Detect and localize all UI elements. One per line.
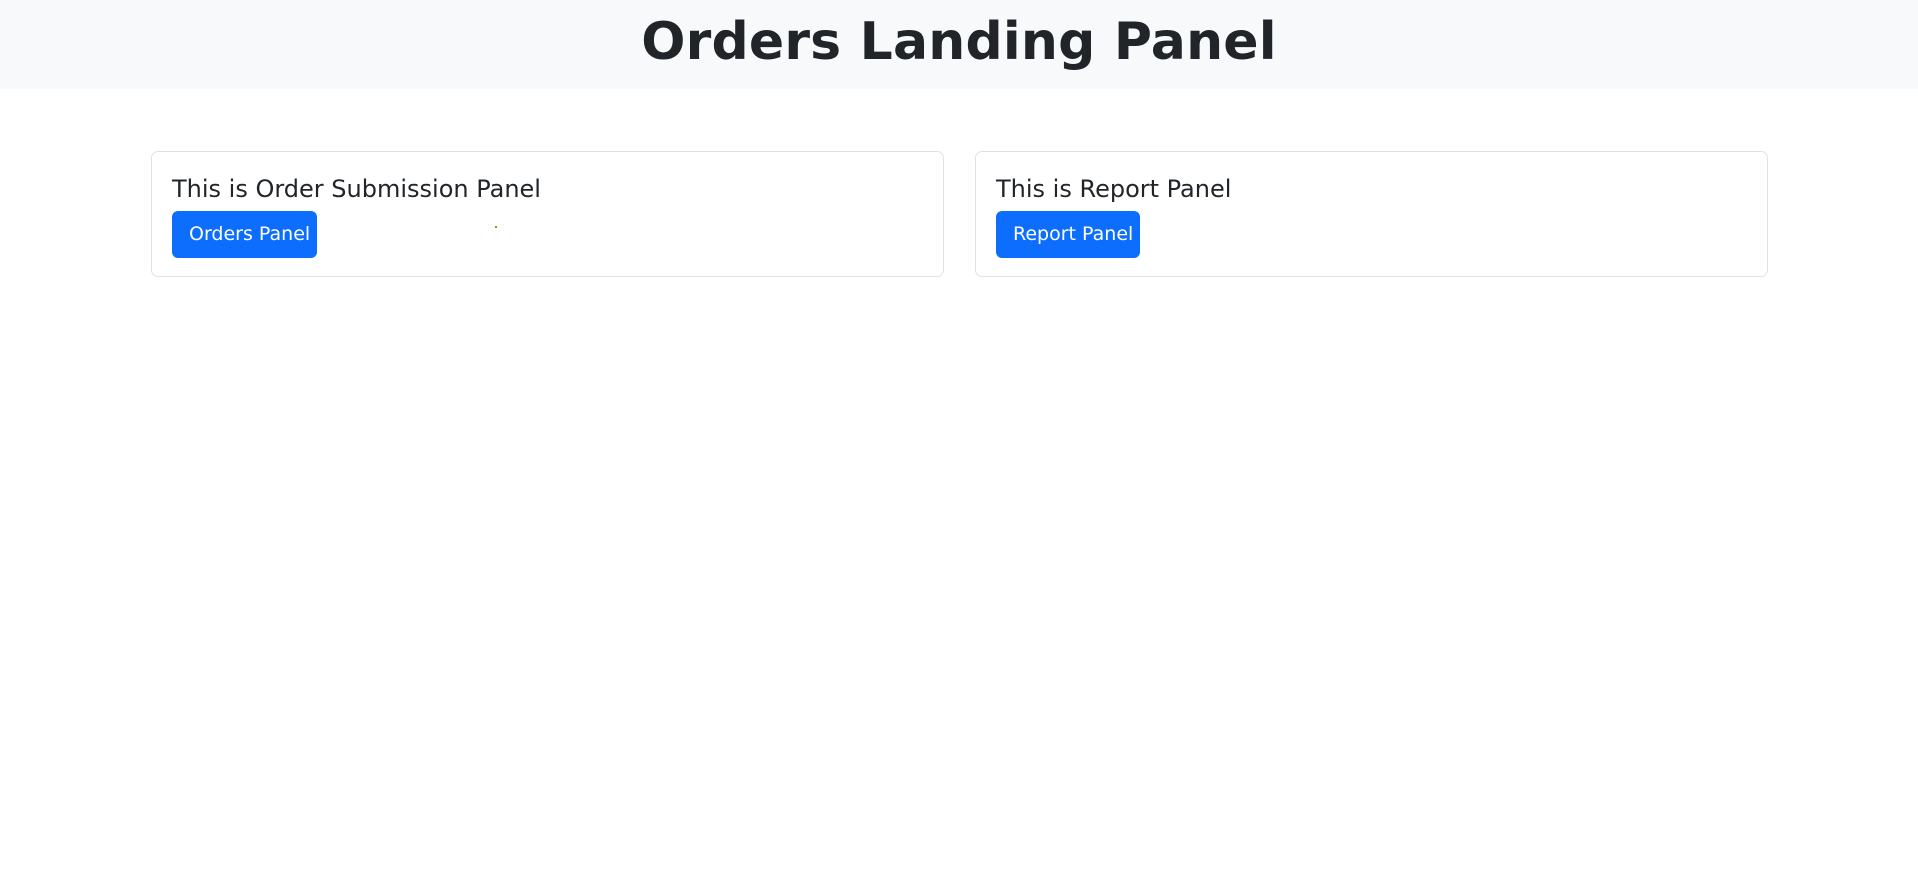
- order-submission-card: This is Order Submission Panel Orders Pa…: [151, 151, 944, 277]
- report-panel-button[interactable]: Report Panel: [996, 211, 1140, 258]
- stray-pixel-mark: [495, 226, 497, 228]
- orders-panel-button[interactable]: Orders Panel: [172, 211, 317, 258]
- report-card-title: This is Report Panel: [996, 175, 1232, 203]
- report-card: This is Report Panel Report Panel: [975, 151, 1768, 277]
- order-submission-card-title: This is Order Submission Panel: [172, 175, 541, 203]
- page-header: Orders Landing Panel: [0, 0, 1918, 89]
- page-title: Orders Landing Panel: [641, 12, 1277, 72]
